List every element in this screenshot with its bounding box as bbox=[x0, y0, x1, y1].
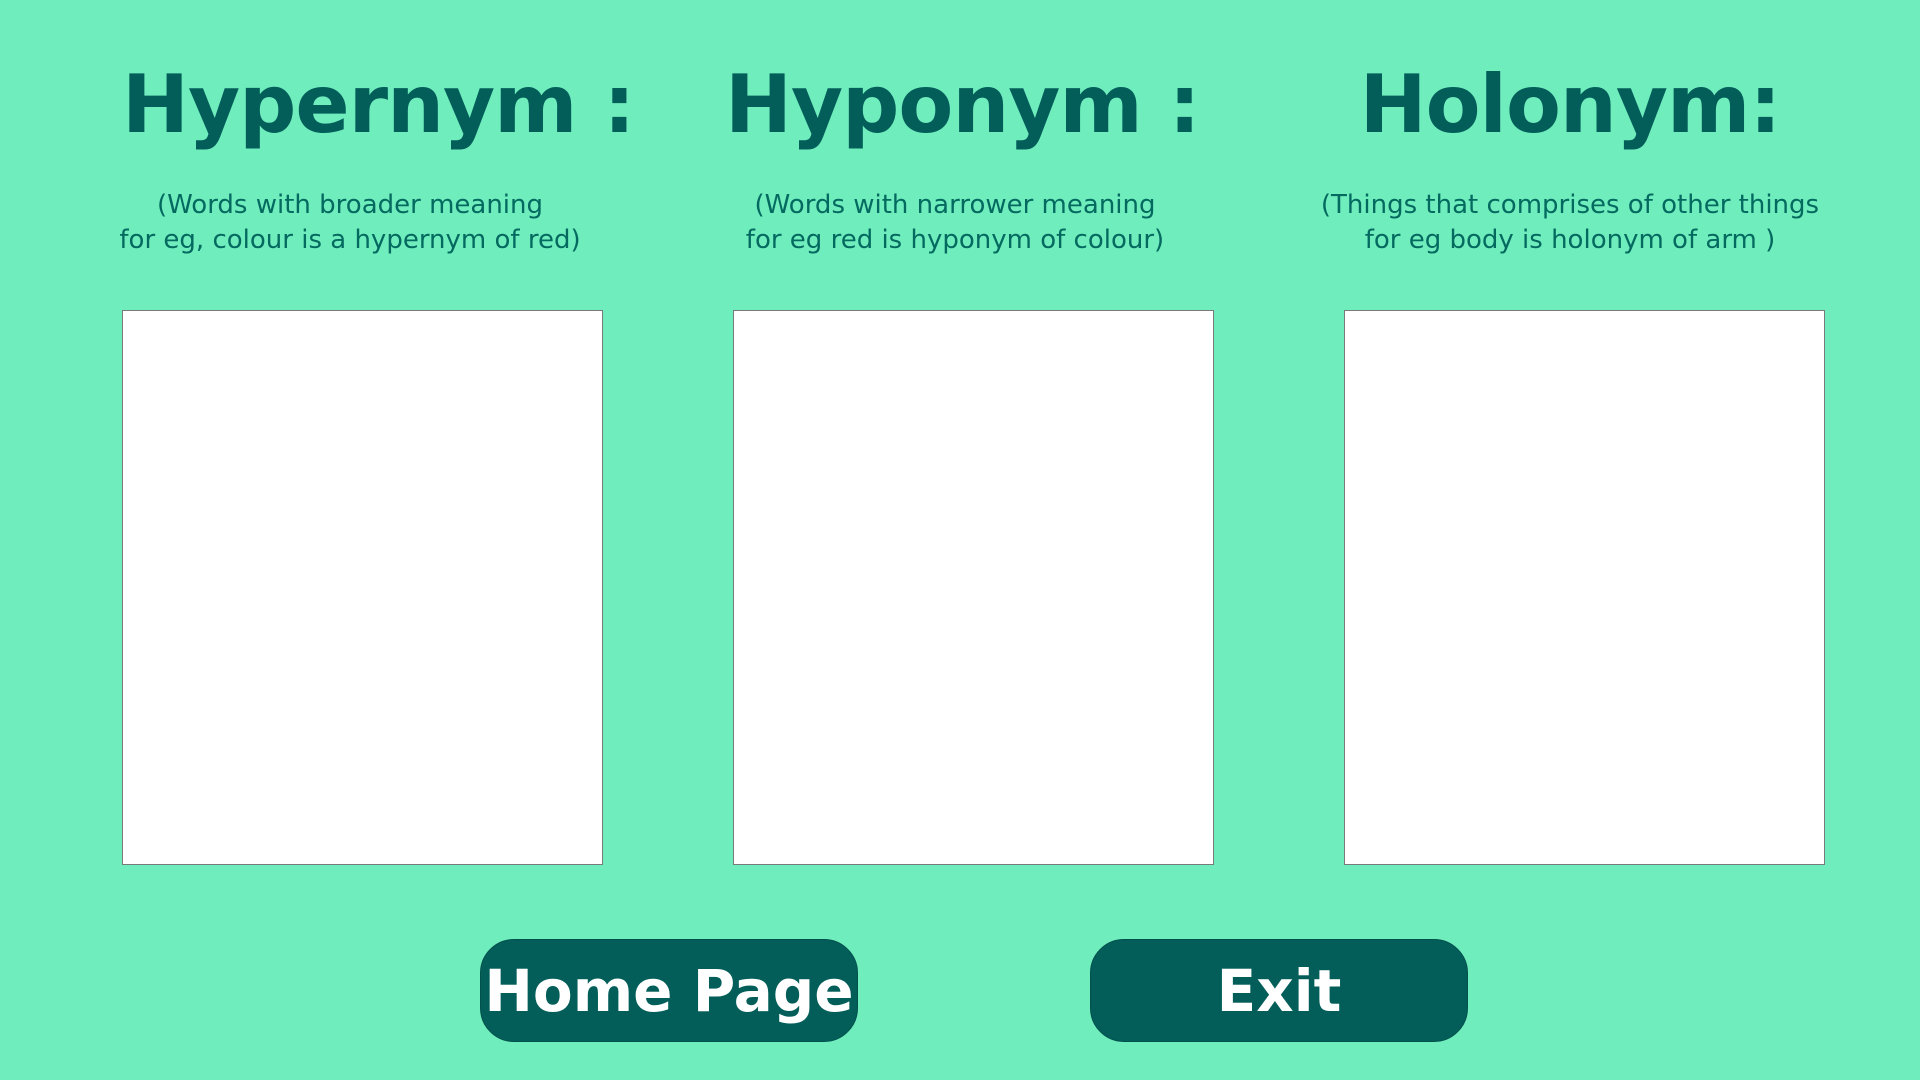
hypernym-title: Hypernym : bbox=[122, 58, 635, 151]
home-page-button[interactable]: Home Page bbox=[480, 939, 858, 1042]
holonym-title: Holonym: bbox=[1359, 58, 1782, 151]
hyponym-description: (Words with narrower meaning for eg red … bbox=[745, 190, 1165, 255]
hypernym-output-box[interactable] bbox=[122, 310, 603, 865]
hyponym-output-box[interactable] bbox=[733, 310, 1214, 865]
holonym-output-box[interactable] bbox=[1344, 310, 1825, 865]
holonym-description: (Things that comprises of other things f… bbox=[1320, 190, 1820, 255]
hypernym-description: (Words with broader meaning for eg, colo… bbox=[119, 190, 581, 255]
exit-button[interactable]: Exit bbox=[1090, 939, 1468, 1042]
hyponym-title: Hyponym : bbox=[725, 58, 1201, 151]
